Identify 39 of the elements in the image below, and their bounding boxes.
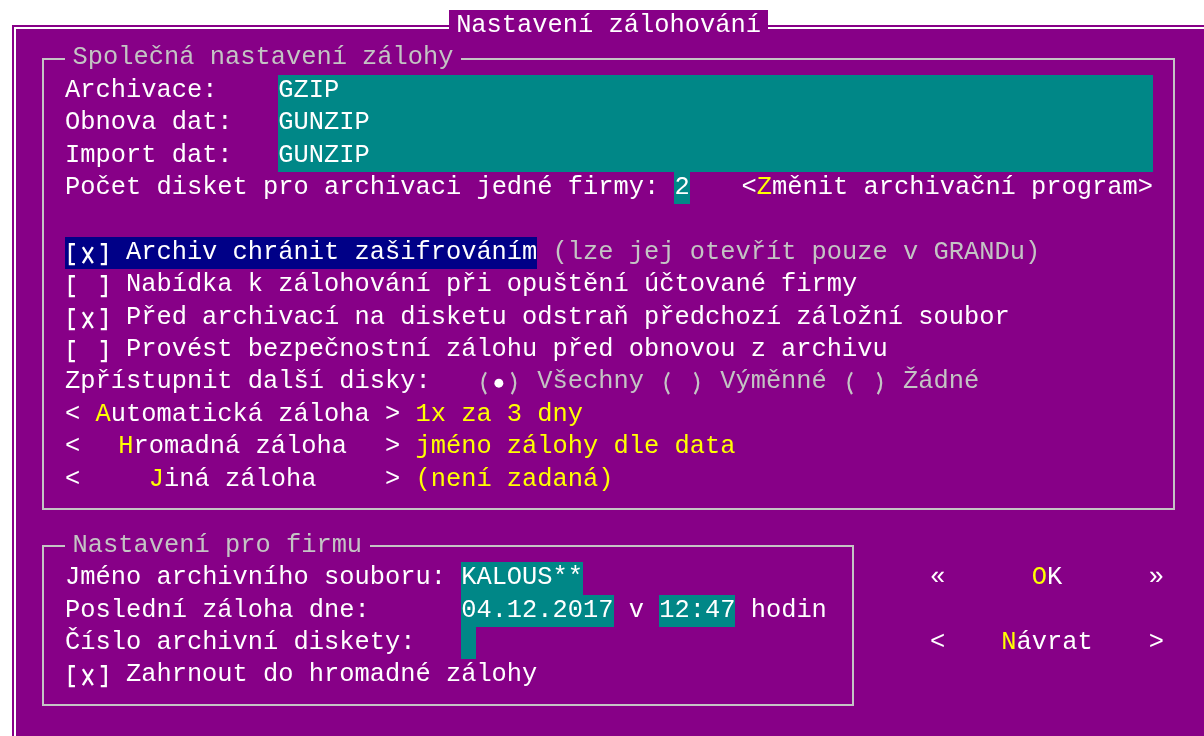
change-program-button[interactable]: <Změnit archivační program> bbox=[741, 172, 1153, 205]
group-title: Společná nastavení zálohy bbox=[71, 42, 455, 75]
unit-text: hodin bbox=[750, 594, 827, 627]
setting-value: 1x za 3 dny bbox=[415, 398, 584, 431]
backup-button[interactable]: < Automatická záloha > bbox=[65, 398, 401, 432]
input-field[interactable]: GUNZIP bbox=[278, 139, 1153, 172]
field-label: Poslední záloha dne: bbox=[65, 594, 371, 627]
input-field[interactable] bbox=[461, 627, 477, 660]
option-label: Zpřístupnit další disky: bbox=[65, 366, 431, 399]
checkbox-label: Archiv chránit zašifrováním bbox=[110, 236, 538, 270]
radio-label: Všechny bbox=[537, 366, 644, 399]
checkbox[interactable] bbox=[65, 236, 111, 270]
time-field[interactable]: 12:47 bbox=[659, 594, 736, 628]
input-field[interactable]: GUNZIP bbox=[278, 107, 1153, 140]
field-label: Import dat: bbox=[65, 139, 234, 172]
checkbox-label: Provést bezpečnostní zálohu před obnovou z archivu bbox=[124, 333, 888, 366]
input-field[interactable]: KALOUS** bbox=[461, 562, 584, 595]
dialog-button[interactable]: « OK » bbox=[928, 561, 1166, 595]
field-label: Číslo archivní diskety: bbox=[65, 627, 417, 660]
checkbox-label: Před archivací na disketu odstraň předchozí záložní soubor bbox=[124, 301, 1010, 334]
input-field[interactable]: 2 bbox=[674, 172, 690, 205]
separator-text: v bbox=[628, 594, 644, 627]
dialog-button[interactable]: < Návrat > bbox=[928, 626, 1166, 660]
field-label: Jméno archivního souboru: bbox=[65, 562, 447, 595]
field-label: Obnova dat: bbox=[65, 107, 234, 140]
radio-label: Výměnné bbox=[720, 366, 827, 399]
backup-button[interactable]: < Jiná záloha > bbox=[65, 463, 401, 496]
field-label: Archivace: bbox=[65, 74, 219, 107]
date-field[interactable]: 04.12.2017 bbox=[461, 594, 614, 628]
checkbox-label: Zahrnout do hromadné zálohy bbox=[124, 659, 538, 692]
group-title: Nastavení pro firmu bbox=[71, 529, 364, 562]
field-label: Počet disket pro archivaci jedné firmy: bbox=[65, 172, 660, 204]
checkbox-label: Nabídka k zálohování při opuštění účtované firmy bbox=[124, 269, 858, 302]
backup-button[interactable]: < Hromadná záloha > bbox=[65, 431, 401, 464]
radio-label: Žádné bbox=[903, 366, 980, 399]
input-field[interactable]: GZIP bbox=[278, 74, 1153, 108]
setting-value: (není zadaná) bbox=[415, 463, 614, 496]
setting-value: jméno zálohy dle data bbox=[415, 431, 736, 464]
hint-text: (lze jej otevřít pouze v GRANDu) bbox=[552, 236, 1041, 269]
